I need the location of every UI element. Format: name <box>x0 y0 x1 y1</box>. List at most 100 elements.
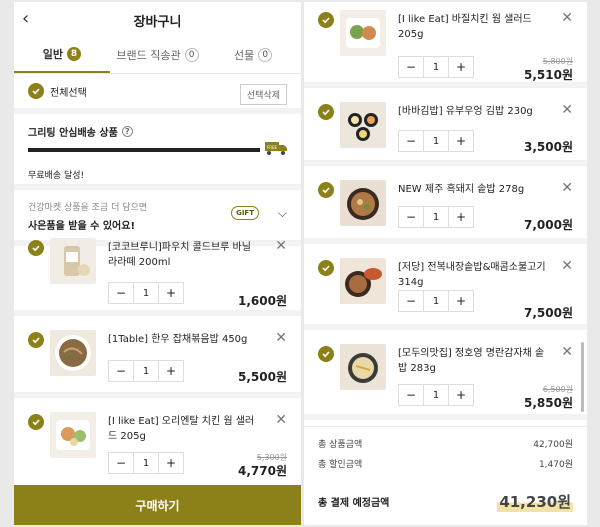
cart-left-panel: ‹ 장바구니 일반 8 브랜드 직송관 0 선물 0 전체선택 선택삭제 그리팅… <box>14 2 301 525</box>
remove-icon[interactable]: ✕ <box>275 330 287 346</box>
tab-count-badge: 8 <box>66 46 81 61</box>
remove-icon[interactable]: ✕ <box>561 180 573 196</box>
tab-count-badge: 0 <box>184 47 199 62</box>
cart-item: [I like Eat] 오리엔탈 치킨 웜 샐러드 205g ✕ − 1 + … <box>14 404 301 488</box>
remove-icon[interactable]: ✕ <box>561 10 573 26</box>
shipping-section: 그리팅 안심배송 상품? FREE 무료배송 달성! <box>14 114 301 190</box>
remove-icon[interactable]: ✕ <box>275 238 287 254</box>
plus-button[interactable]: + <box>449 291 473 311</box>
scrollbar[interactable] <box>581 342 584 412</box>
plus-button[interactable]: + <box>449 131 473 151</box>
quantity-value[interactable]: 1 <box>423 207 449 227</box>
check-icon <box>322 351 330 358</box>
item-price: 5,850원 <box>524 396 573 410</box>
plus-button[interactable]: + <box>159 453 183 473</box>
tab-gift[interactable]: 선물 0 <box>205 36 301 73</box>
cart-item: [바바김밥] 유부우엉 김밥 230g ✕ − 1 + 3,500원 <box>304 94 587 166</box>
cart-item: [코코브루니]파우치 콜드브루 바닐라라떼 200ml ✕ − 1 + 1,60… <box>14 230 301 316</box>
minus-button[interactable]: − <box>399 131 423 151</box>
page-title: 장바구니 <box>133 15 182 30</box>
product-thumbnail[interactable] <box>340 258 386 304</box>
remove-icon[interactable]: ✕ <box>275 412 287 428</box>
plus-button[interactable]: + <box>449 385 473 405</box>
quantity-value[interactable]: 1 <box>423 131 449 151</box>
check-icon <box>32 88 40 95</box>
minus-button[interactable]: − <box>399 291 423 311</box>
select-all-checkbox[interactable] <box>28 83 44 99</box>
plus-button[interactable]: + <box>159 283 183 303</box>
svg-text:FREE: FREE <box>267 145 278 150</box>
minus-button[interactable]: − <box>399 57 423 77</box>
quantity-stepper: − 1 + <box>108 452 184 474</box>
summary-discount-row: 총 할인금액 1,470원 <box>318 457 573 470</box>
product-thumbnail[interactable] <box>340 102 386 148</box>
tab-count-badge: 0 <box>258 47 273 62</box>
product-thumbnail[interactable] <box>340 180 386 226</box>
plus-button[interactable]: + <box>449 57 473 77</box>
item-checkbox[interactable] <box>28 332 44 348</box>
check-icon <box>32 337 40 344</box>
item-checkbox[interactable] <box>28 414 44 430</box>
minus-button[interactable]: − <box>399 385 423 405</box>
minus-button[interactable]: − <box>109 283 133 303</box>
summary-discount-value: 1,470원 <box>538 460 573 470</box>
quantity-value[interactable]: 1 <box>133 283 159 303</box>
truck-icon: FREE <box>265 142 287 155</box>
item-name: [1Table] 한우 잡채볶음밥 450g <box>108 334 248 345</box>
cart-item: [저당] 전복내장솥밥&매콤소불고기 314g ✕ − 1 + 7,500원 <box>304 250 587 330</box>
remove-icon[interactable]: ✕ <box>561 258 573 274</box>
tab-label: 브랜드 직송관 <box>116 48 181 62</box>
plus-button[interactable]: + <box>159 361 183 381</box>
check-icon <box>322 109 330 116</box>
cart-item: [모두의맛집] 정호영 명란감자채 솥밥 283g ✕ − 1 + 6,500원… <box>304 336 587 420</box>
item-name: [저당] 전복내장솥밥&매콤소불고기 314g <box>398 262 546 288</box>
tab-bar: 일반 8 브랜드 직송관 0 선물 0 <box>14 36 301 74</box>
product-thumbnail[interactable] <box>340 344 386 390</box>
product-thumbnail[interactable] <box>340 10 386 56</box>
minus-button[interactable]: − <box>109 361 133 381</box>
help-icon[interactable]: ? <box>121 126 133 137</box>
quantity-value[interactable]: 1 <box>423 385 449 405</box>
check-icon <box>32 419 40 426</box>
item-price: 5,510원 <box>524 68 573 82</box>
remove-icon[interactable]: ✕ <box>561 102 573 118</box>
product-thumbnail[interactable] <box>50 238 96 284</box>
check-icon <box>322 187 330 194</box>
item-price: 4,770원 <box>238 464 287 478</box>
product-thumbnail[interactable] <box>50 330 96 376</box>
quantity-value[interactable]: 1 <box>133 453 159 473</box>
remove-icon[interactable]: ✕ <box>561 344 573 360</box>
tab-label: 선물 <box>234 48 255 62</box>
item-price: 3,500원 <box>524 140 573 154</box>
check-icon <box>322 265 330 272</box>
tab-brand-direct[interactable]: 브랜드 직송관 0 <box>110 36 206 73</box>
top-bar: ‹ 장바구니 <box>14 2 301 36</box>
quantity-value[interactable]: 1 <box>423 291 449 311</box>
item-checkbox[interactable] <box>318 346 334 362</box>
product-thumbnail[interactable] <box>50 412 96 458</box>
shipping-title: 그리팅 안심배송 상품 <box>28 128 118 139</box>
purchase-button[interactable]: 구매하기 <box>14 485 301 525</box>
chevron-down-icon[interactable]: ⌵ <box>278 206 287 221</box>
plus-button[interactable]: + <box>449 207 473 227</box>
item-checkbox[interactable] <box>28 240 44 256</box>
tab-general[interactable]: 일반 8 <box>14 36 110 73</box>
quantity-value[interactable]: 1 <box>423 57 449 77</box>
delete-selected-button[interactable]: 선택삭제 <box>239 84 287 105</box>
item-checkbox[interactable] <box>318 12 334 28</box>
quantity-stepper: − 1 + <box>398 384 474 406</box>
item-checkbox[interactable] <box>318 104 334 120</box>
minus-button[interactable]: − <box>399 207 423 227</box>
item-checkbox[interactable] <box>318 260 334 276</box>
tab-label: 일반 <box>42 47 63 61</box>
item-name: [코코브루니]파우치 콜드브루 바닐라라떼 200ml <box>108 242 251 268</box>
quantity-value[interactable]: 1 <box>133 361 159 381</box>
free-shipping-progress-bar <box>28 148 260 152</box>
select-all-label: 전체선택 <box>50 87 87 99</box>
item-price: 7,000원 <box>524 218 573 232</box>
item-checkbox[interactable] <box>318 182 334 198</box>
quantity-stepper: − 1 + <box>398 56 474 78</box>
item-name: NEW 제주 흑돼지 솥밥 278g <box>398 184 525 195</box>
summary-goods-row: 총 상품금액 42,700원 <box>318 437 573 450</box>
minus-button[interactable]: − <box>109 453 133 473</box>
